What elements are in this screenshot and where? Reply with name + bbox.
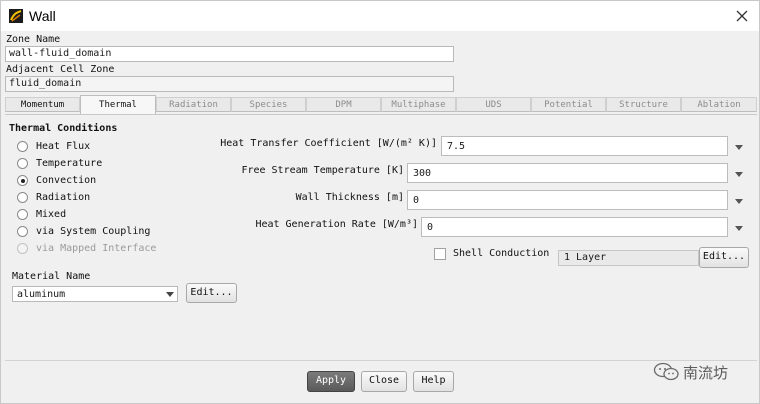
radio-label: Mixed	[36, 209, 67, 220]
radio-label: Temperature	[36, 158, 103, 169]
adjacent-cell-zone-label: Adjacent Cell Zone	[6, 64, 115, 75]
shell-layers-field: 1 Layer	[558, 250, 699, 266]
tab-potential[interactable]: Potential	[531, 97, 606, 112]
material-name-label: Material Name	[12, 271, 91, 282]
tab-uds[interactable]: UDS	[456, 97, 531, 112]
footer-divider	[5, 360, 757, 361]
tab-dpm[interactable]: DPM	[306, 97, 381, 112]
zone-name-input[interactable]: wall-fluid_domain	[5, 46, 454, 62]
radio-button[interactable]	[17, 158, 28, 169]
radio-label: Radiation	[36, 192, 91, 203]
fluent-app-icon	[9, 9, 23, 23]
shell-conduction-label: Shell Conduction	[453, 248, 550, 259]
tab-momentum[interactable]: Momentum	[5, 97, 80, 112]
material-name-select[interactable]: aluminum	[12, 286, 178, 302]
tab-thermal[interactable]: Thermal	[80, 95, 156, 115]
title-bar[interactable]: Wall	[1, 1, 759, 31]
window-title: Wall	[29, 8, 56, 24]
shell-conduction-checkbox[interactable]	[434, 248, 446, 260]
heat-generation-rate-label: Heat Generation Rate [W/m³]	[255, 219, 418, 230]
wall-thickness-label: Wall Thickness [m]	[295, 192, 404, 203]
free-stream-temperature-input[interactable]: 300	[407, 163, 728, 183]
chevron-down-icon[interactable]	[166, 292, 174, 297]
material-name-value: aluminum	[17, 289, 66, 300]
tab-divider	[5, 114, 757, 115]
heat-generation-rate-input[interactable]: 0	[421, 217, 728, 237]
wall-thickness-input[interactable]: 0	[407, 190, 728, 210]
shell-edit-button[interactable]: Edit...	[699, 247, 749, 268]
free-stream-temperature-label: Free Stream Temperature [K]	[241, 165, 404, 176]
material-edit-button[interactable]: Edit...	[186, 283, 237, 303]
close-icon[interactable]	[734, 8, 750, 24]
wall-dialog: Wall Zone Name wall-fluid_domain Adjacen…	[0, 0, 760, 404]
radio-label: Heat Flux	[36, 141, 91, 152]
radio-button-disabled	[17, 243, 28, 254]
radio-label: via Mapped Interface	[36, 243, 157, 254]
radio-button[interactable]	[17, 141, 28, 152]
chevron-down-icon[interactable]	[735, 145, 743, 150]
tab-species[interactable]: Species	[231, 97, 306, 112]
help-button[interactable]: Help	[413, 371, 454, 392]
tab-multiphase[interactable]: Multiphase	[381, 97, 456, 112]
heat-transfer-coefficient-input[interactable]: 7.5	[441, 136, 728, 156]
thermal-conditions-title: Thermal Conditions	[9, 123, 118, 134]
radio-button-selected[interactable]	[17, 175, 28, 186]
chevron-down-icon[interactable]	[735, 172, 743, 177]
adjacent-cell-zone-field: fluid_domain	[5, 76, 454, 92]
watermark-text: 南流坊	[683, 364, 729, 382]
chevron-down-icon[interactable]	[735, 199, 743, 204]
tab-radiation[interactable]: Radiation	[156, 97, 231, 112]
zone-name-label: Zone Name	[6, 34, 61, 45]
chevron-down-icon[interactable]	[735, 226, 743, 231]
tab-structure[interactable]: Structure	[606, 97, 681, 112]
close-button[interactable]: Close	[361, 371, 407, 392]
radio-label: via System Coupling	[36, 226, 151, 237]
apply-button[interactable]: Apply	[307, 371, 355, 392]
tab-ablation[interactable]: Ablation	[681, 97, 757, 112]
heat-transfer-coefficient-label: Heat Transfer Coefficient [W/(m² K)]	[220, 138, 437, 149]
watermark: 南流坊	[649, 361, 749, 383]
wechat-icon	[653, 362, 679, 381]
radio-button[interactable]	[17, 192, 28, 203]
radio-button[interactable]	[17, 209, 28, 220]
radio-label: Convection	[36, 175, 97, 186]
tab-bar: Momentum Thermal Radiation Species DPM M…	[5, 95, 757, 115]
radio-button[interactable]	[17, 226, 28, 237]
